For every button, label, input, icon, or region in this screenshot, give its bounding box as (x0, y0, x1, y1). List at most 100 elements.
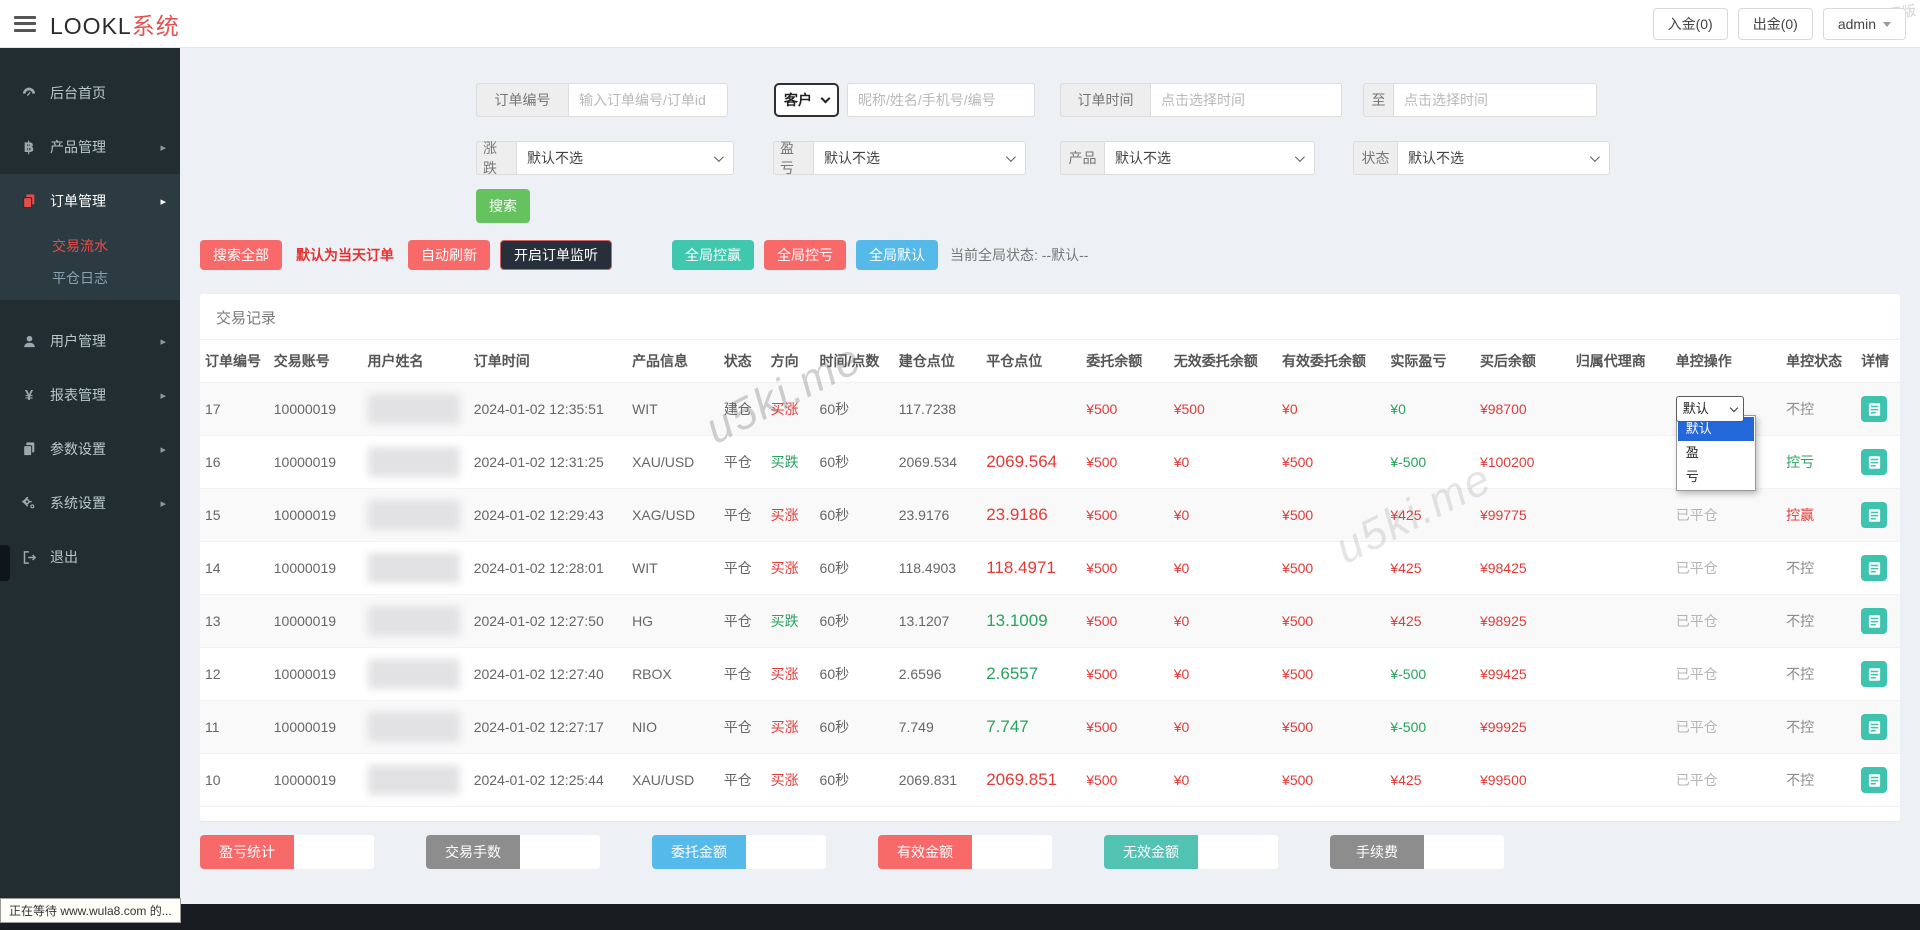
col-account: 交易账号 (268, 340, 363, 383)
stat-lots-value[interactable] (520, 835, 600, 869)
cell-status: 建仓 (718, 382, 766, 436)
stat-entrust-value[interactable] (746, 835, 826, 869)
cell-agent (1570, 435, 1671, 489)
cell-order-id: 10 (200, 753, 269, 807)
chevron-right-icon: ▸ (160, 443, 166, 456)
global-win-button[interactable]: 全局控赢 (672, 240, 754, 270)
sidebar-toggle-icon[interactable] (14, 15, 36, 32)
sidebar-item-logout[interactable]: 退出 (0, 530, 180, 584)
auto-refresh-button[interactable]: 自动刷新 (408, 240, 490, 270)
cell-agent (1570, 647, 1671, 701)
cell-agent (1570, 753, 1671, 807)
control-option[interactable]: 盈 (1678, 441, 1754, 465)
cell-duration: 60秒 (814, 541, 894, 595)
detail-button[interactable] (1861, 767, 1888, 793)
single-control-select[interactable]: 默认 (1675, 396, 1744, 422)
sidebar-subitem-trade-flow[interactable]: 交易流水 (0, 228, 180, 264)
select-value: 默认 (1682, 401, 1709, 416)
updown-select[interactable]: 默认不选 (516, 141, 734, 175)
cell-after-balance: ¥99425 (1474, 647, 1571, 701)
withdraw-button[interactable]: 出金(0) (1737, 8, 1813, 40)
stats-row: 盈亏统计 交易手数 委托金额 有效金额 无效金额 手续费 (200, 835, 1900, 869)
side-panel-handle[interactable] (0, 545, 10, 581)
updown-label: 涨跌 (476, 140, 516, 176)
profit-select[interactable]: 默认不选 (813, 141, 1026, 175)
sidebar-item-dashboard[interactable]: 后台首页 (0, 66, 180, 120)
stat-fee-value[interactable] (1424, 835, 1504, 869)
redacted-username (367, 500, 460, 530)
cell-duration: 60秒 (814, 594, 894, 648)
browser-status-text: 正在等待 www.wula8.com 的... (0, 898, 181, 923)
cell-order-id: 17 (200, 382, 269, 436)
table-row: 14 10000019 2024-01-02 12:28:01 WIT 平仓 买… (200, 541, 1900, 595)
product-label: 产品 (1060, 141, 1104, 175)
cell-open-pos: 2.6596 (893, 647, 982, 701)
stat-lots-label: 交易手数 (426, 835, 520, 869)
sidebar-item-reports[interactable]: ¥ 报表管理 ▸ (0, 368, 180, 422)
cell-control-state: 不控 (1781, 541, 1857, 595)
table-row: 11 10000019 2024-01-02 12:27:17 NIO 平仓 买… (200, 700, 1900, 754)
cell-valid-entrust: ¥500 (1277, 541, 1386, 595)
stat-valid-value[interactable] (972, 835, 1052, 869)
time-from-input[interactable] (1150, 83, 1342, 117)
product-select[interactable]: 默认不选 (1104, 141, 1315, 175)
customer-input[interactable] (847, 83, 1035, 117)
time-to-input[interactable] (1393, 83, 1597, 117)
detail-button[interactable] (1861, 555, 1888, 581)
table-row: 13 10000019 2024-01-02 12:27:50 HG 平仓 买跌… (200, 594, 1900, 648)
status-select[interactable]: 默认不选 (1397, 141, 1610, 175)
global-lose-button[interactable]: 全局控亏 (764, 240, 846, 270)
detail-button[interactable] (1861, 661, 1888, 687)
cell-duration: 60秒 (814, 753, 894, 807)
cell-status: 平仓 (718, 541, 766, 595)
redacted-username (367, 765, 460, 795)
admin-menu-button[interactable]: admin (1822, 8, 1906, 40)
col-open-pos: 建仓点位 (893, 340, 982, 383)
logout-icon (20, 548, 38, 566)
detail-button[interactable] (1861, 449, 1888, 475)
detail-button[interactable] (1861, 502, 1888, 528)
order-listen-button[interactable]: 开启订单监听 (500, 240, 612, 270)
detail-button[interactable] (1861, 714, 1888, 740)
cell-direction: 买涨 (765, 382, 815, 436)
deposit-button[interactable]: 入金(0) (1652, 8, 1728, 40)
app-logo[interactable]: LOOKL系统 (50, 7, 180, 41)
control-option[interactable]: 亏 (1678, 465, 1754, 489)
cell-control-state: 控亏 (1781, 435, 1857, 489)
detail-button[interactable] (1861, 608, 1888, 634)
sidebar-item-orders[interactable]: 订单管理 ▸ (0, 174, 180, 228)
sidebar-item-products[interactable]: ฿ 产品管理 ▸ (0, 120, 180, 174)
sidebar-item-label: 用户管理 (50, 333, 106, 349)
sidebar-item-users[interactable]: 用户管理 ▸ (0, 314, 180, 368)
cell-invalid-entrust: ¥0 (1168, 541, 1278, 595)
stat-invalid-value[interactable] (1198, 835, 1278, 869)
cell-detail (1856, 435, 1900, 489)
cell-close-pos: 2069.851 (981, 753, 1082, 807)
cell-entrust-balance: ¥500 (1081, 753, 1169, 807)
sidebar-item-params[interactable]: 参数设置 ▸ (0, 422, 180, 476)
sidebar-item-system[interactable]: 系统设置 ▸ (0, 476, 180, 530)
search-button[interactable]: 搜索 (476, 189, 530, 223)
cell-order-time: 2024-01-02 12:29:43 (468, 488, 628, 542)
stat-profit-value[interactable] (294, 835, 374, 869)
chevron-down-icon (1589, 151, 1600, 162)
search-all-button[interactable]: 搜索全部 (200, 240, 282, 270)
cell-order-id: 11 (200, 700, 269, 754)
cell-direction: 买涨 (765, 647, 815, 701)
stat-valid-label: 有效金额 (878, 835, 972, 869)
cell-detail (1856, 382, 1900, 436)
cell-account: 10000019 (268, 700, 363, 754)
detail-button[interactable] (1861, 396, 1888, 422)
col-order-id: 订单编号 (200, 340, 269, 383)
cell-open-pos: 2069.831 (893, 753, 982, 807)
order-no-input[interactable] (568, 83, 728, 117)
global-default-button[interactable]: 全局默认 (856, 240, 938, 270)
cell-order-time: 2024-01-02 12:25:44 (468, 753, 628, 807)
sidebar-item-label: 后台首页 (50, 85, 106, 101)
cell-order-id: 14 (200, 541, 269, 595)
cell-close-pos: 13.1009 (981, 594, 1082, 648)
cell-open-pos: 118.4903 (893, 541, 982, 595)
customer-type-select[interactable]: 客户 (774, 83, 839, 117)
sidebar-subitem-close-log[interactable]: 平仓日志 (0, 264, 180, 300)
cell-product: XAU/USD (627, 435, 719, 489)
